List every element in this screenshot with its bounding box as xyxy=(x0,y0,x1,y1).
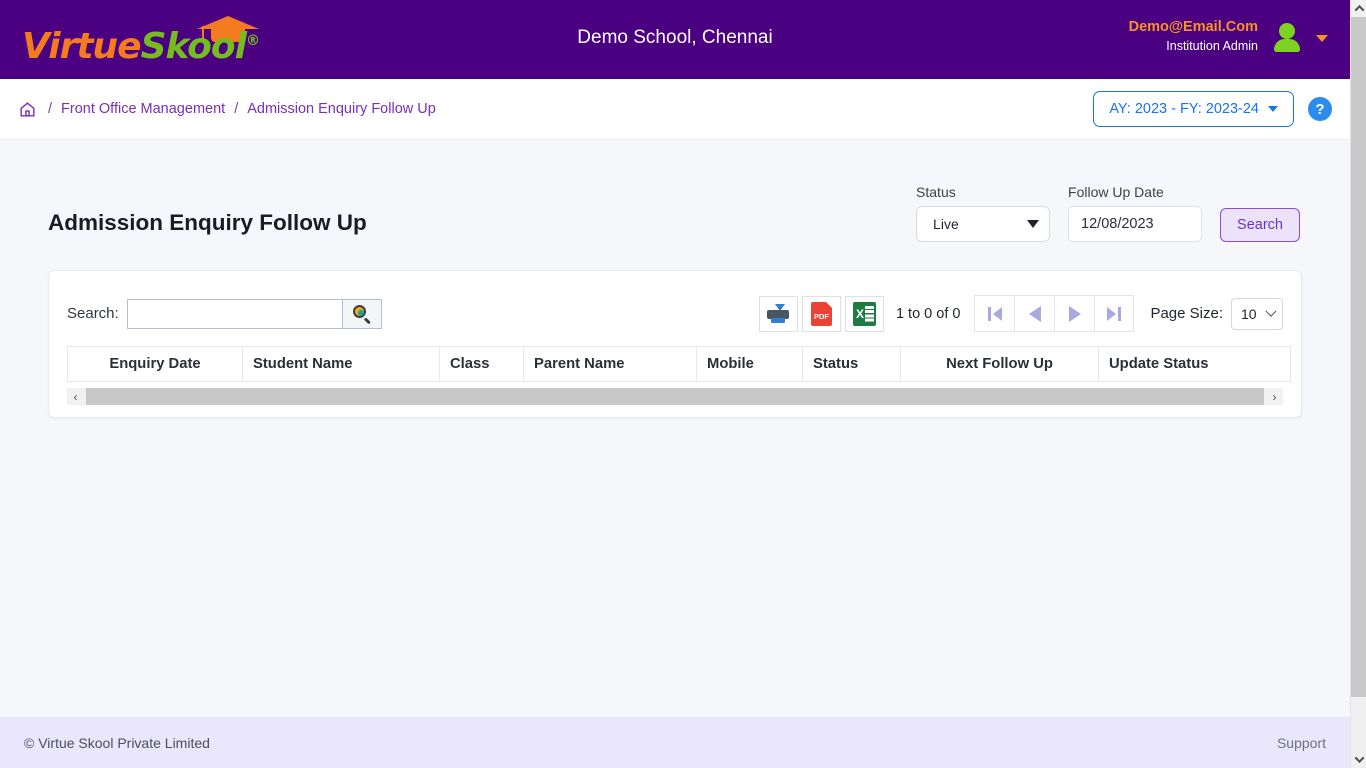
table-search-label: Search: xyxy=(67,305,119,322)
breadcrumb: / Front Office Management / Admission En… xyxy=(18,100,436,119)
scroll-up-icon[interactable] xyxy=(1351,0,1366,17)
scroll-down-icon[interactable] xyxy=(1351,751,1366,768)
export-buttons: PDF X xyxy=(758,295,888,332)
results-card: Search: PDF X 1 to 0 of 0 Page Size: 10 … xyxy=(48,270,1302,418)
table-toolbar: Search: PDF X 1 to 0 of 0 Page Size: 10 xyxy=(67,289,1283,346)
excel-icon: X xyxy=(852,301,876,326)
table-search-button[interactable] xyxy=(341,298,382,329)
table-header-parent-name: Parent Name xyxy=(523,346,697,382)
next-page-icon xyxy=(1068,305,1081,322)
user-role: Institution Admin xyxy=(1166,38,1258,53)
logo-wordmark: VirtueSkool® xyxy=(22,25,260,67)
scroll-track[interactable] xyxy=(84,388,1266,405)
previous-page-icon xyxy=(1028,305,1041,322)
followup-date-field: Follow Up Date 12/08/2023 xyxy=(1068,184,1203,242)
chevron-down-icon xyxy=(1027,220,1040,228)
record-count: 1 to 0 of 0 xyxy=(895,305,961,322)
table-header-next-follow-up: Next Follow Up xyxy=(900,346,1099,382)
results-table: Enquiry Date Student Name Class Parent Name… xyxy=(67,346,1291,382)
app-footer: © Virtue Skool Private Limited Support xyxy=(0,717,1350,768)
last-page-button[interactable] xyxy=(1094,295,1135,332)
app-logo[interactable]: VirtueSkool® xyxy=(22,10,272,70)
followup-date-label: Follow Up Date xyxy=(1068,184,1164,200)
export-excel-button[interactable]: X xyxy=(844,295,884,332)
page-title: Admission Enquiry Follow Up xyxy=(48,210,367,235)
user-info: Demo@Email.Com Institution Admin xyxy=(1129,18,1258,54)
table-horizontal-scrollbar[interactable]: ‹ › xyxy=(67,388,1283,405)
print-button[interactable] xyxy=(758,295,798,332)
academic-year-label: AY: 2023 - FY: 2023-24 xyxy=(1109,101,1259,117)
filter-bar: Status Live Follow Up Date 12/08/2023 Se… xyxy=(916,184,1300,242)
footer-support-link[interactable]: Support xyxy=(1277,735,1326,751)
status-select-value: Live xyxy=(933,216,959,232)
breadcrumb-actions: AY: 2023 - FY: 2023-24 ? xyxy=(1093,91,1332,127)
browser-scrollbar[interactable] xyxy=(1350,0,1366,768)
followup-date-input[interactable]: 12/08/2023 xyxy=(1068,206,1203,242)
page-content: Admission Enquiry Follow Up Status Live … xyxy=(0,140,1350,717)
breadcrumb-separator-1: / xyxy=(48,101,53,117)
pagination-controls xyxy=(974,295,1135,332)
page-size-label: Page Size: xyxy=(1150,305,1223,322)
breadcrumb-current: Admission Enquiry Follow Up xyxy=(247,101,436,117)
table-toolbar-right: PDF X 1 to 0 of 0 Page Size: 10 xyxy=(758,295,1283,332)
breadcrumb-link-front-office-management[interactable]: Front Office Management xyxy=(61,101,225,117)
page-size-value: 10 xyxy=(1241,305,1257,322)
previous-page-button[interactable] xyxy=(1014,295,1055,332)
chevron-down-icon[interactable] xyxy=(1316,34,1328,42)
breadcrumb-bar: / Front Office Management / Admission En… xyxy=(0,79,1350,140)
last-page-icon xyxy=(1107,306,1117,321)
table-header-mobile: Mobile xyxy=(696,346,803,382)
user-email: Demo@Email.Com xyxy=(1128,19,1258,35)
magnifier-icon xyxy=(353,305,372,325)
status-field: Status Live xyxy=(916,184,1051,242)
breadcrumb-separator-2: / xyxy=(234,101,239,117)
page-size-select[interactable]: 10 xyxy=(1231,297,1283,330)
chevron-down-icon xyxy=(1265,305,1277,317)
chevron-down-icon xyxy=(1268,106,1278,112)
status-label: Status xyxy=(916,184,956,200)
first-page-button[interactable] xyxy=(974,295,1015,332)
app-header: VirtueSkool® Demo School, Chennai Demo@E… xyxy=(0,0,1350,79)
table-search-input[interactable] xyxy=(126,298,342,329)
avatar[interactable] xyxy=(1274,22,1300,53)
excel-icon-letter: X xyxy=(855,306,864,321)
help-icon[interactable]: ? xyxy=(1308,97,1332,121)
footer-copyright: © Virtue Skool Private Limited xyxy=(24,734,210,751)
table-header-row: Enquiry Date Student Name Class Parent Name… xyxy=(67,346,1291,382)
pdf-icon: PDF xyxy=(810,301,832,326)
academic-year-selector[interactable]: AY: 2023 - FY: 2023-24 xyxy=(1093,91,1294,127)
scroll-left-icon[interactable]: ‹ xyxy=(67,388,84,405)
table-header-enquiry-date: Enquiry Date xyxy=(67,346,243,382)
search-button[interactable]: Search xyxy=(1220,208,1300,242)
first-page-icon xyxy=(992,306,1002,321)
status-select[interactable]: Live xyxy=(916,206,1051,242)
next-page-button[interactable] xyxy=(1054,295,1095,332)
table-header-status: Status xyxy=(802,346,901,382)
browser-scroll-thumb[interactable] xyxy=(1351,17,1366,697)
table-header-class: Class xyxy=(439,346,524,382)
printer-icon xyxy=(767,304,790,323)
followup-date-value: 12/08/2023 xyxy=(1081,216,1154,232)
app-viewport: VirtueSkool® Demo School, Chennai Demo@E… xyxy=(0,0,1350,768)
scroll-right-icon[interactable]: › xyxy=(1266,388,1283,405)
logo-text-virtue: Virtue xyxy=(22,25,142,67)
logo-registered-mark: ® xyxy=(245,32,260,49)
export-pdf-button[interactable]: PDF xyxy=(801,295,841,332)
home-icon[interactable] xyxy=(18,100,37,119)
scroll-thumb[interactable] xyxy=(86,388,1264,405)
page-header-row: Admission Enquiry Follow Up Status Live … xyxy=(0,140,1350,242)
logo-text-skool: Skool xyxy=(140,25,247,67)
table-header-update-status: Update Status xyxy=(1098,346,1291,382)
user-menu[interactable]: Demo@Email.Com Institution Admin xyxy=(1129,18,1328,54)
table-header-student-name: Student Name xyxy=(242,346,440,382)
